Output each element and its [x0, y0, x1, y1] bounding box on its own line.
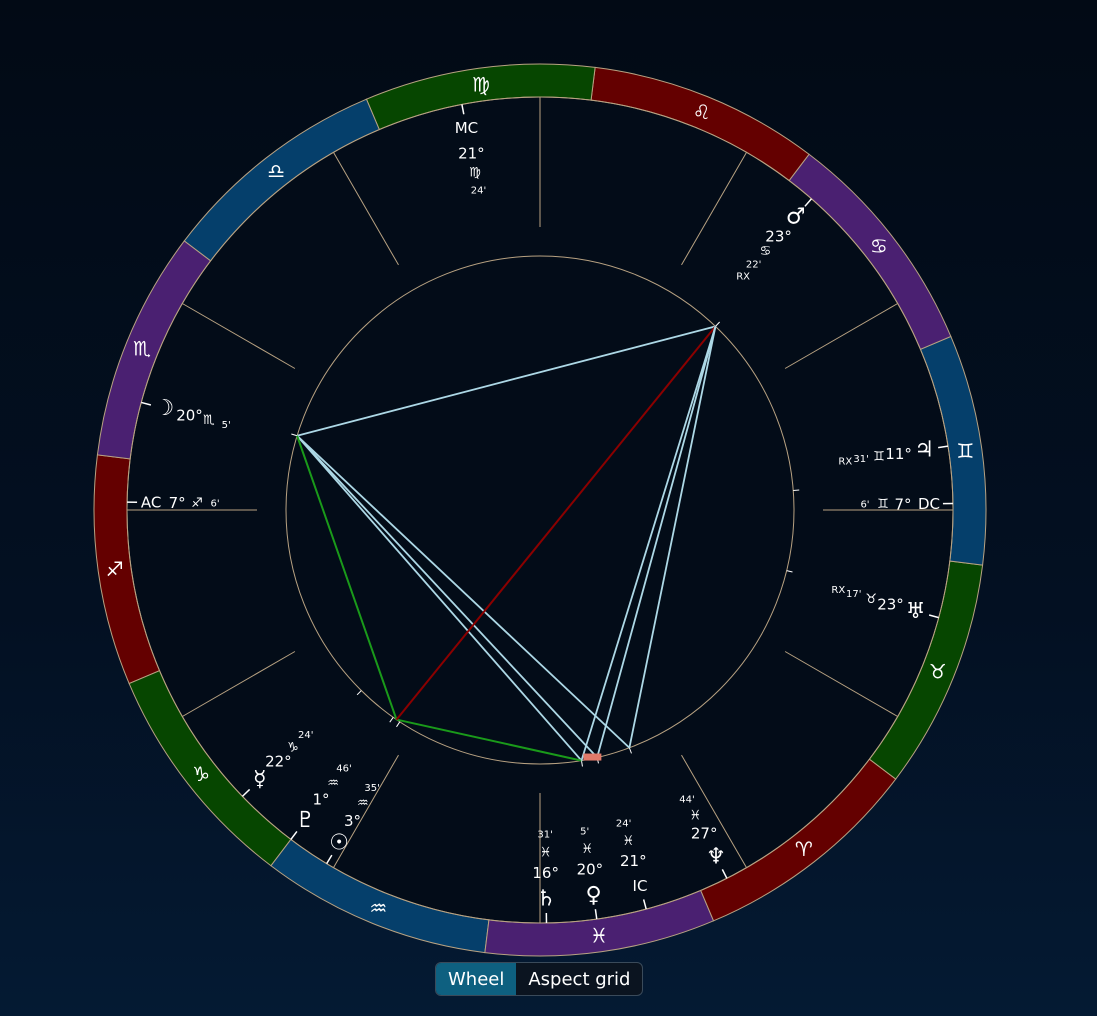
degree-label-uranus: 23° — [877, 596, 904, 614]
retrograde-label-jupiter: RX — [838, 457, 852, 468]
minute-label-venus: 5' — [580, 826, 589, 837]
sign-label-mars: ♋ — [760, 244, 772, 259]
chart-wheel: ♐ ♑ ♒ ♓ ♈ ♉ ♊ ♋ ♌ ♍ ♎ ♏ ☽ 20° ♏ 5' ♂ 23° ♋ 22' RX ♃ 11° ♊ 31' RX ♅… — [0, 0, 1097, 960]
minute-label-mercury: 24' — [298, 730, 313, 741]
sign-glyph-sagittarius: ♐ — [106, 557, 124, 581]
sign-label-moon: ♏ — [203, 413, 215, 428]
stellium-marker — [583, 753, 602, 761]
sign-glyph-capricorn: ♑ — [192, 762, 210, 786]
angle-label-mc: MC — [455, 119, 478, 137]
sign-label-mercury: ♑ — [287, 740, 299, 755]
retrograde-label-mars: RX — [736, 272, 750, 283]
aspect-grid-tab-button[interactable]: Aspect grid — [516, 963, 642, 995]
planet-glyph-mercury: ☿ — [253, 767, 267, 792]
sign-label-pluto: ♒ — [327, 776, 339, 791]
minute-label-mars: 22' — [746, 260, 761, 271]
chart-svg: ♐♑♒♓♈♉♊♋♌♍♎♏☽ 20° ♏ 5'♂23°♋22'RX♃11°♊31'RX♅… — [93, 63, 987, 957]
sign-glyph-aries: ♈ — [795, 837, 813, 861]
sign-glyph-aquarius: ♒ — [369, 896, 387, 920]
sign-glyph-libra: ♎ — [267, 159, 285, 183]
degree-label-mc: 21° — [458, 145, 485, 163]
angle-label-dc: DC — [918, 495, 940, 513]
degree-label-jupiter: 11° — [885, 445, 912, 463]
wheel-tab-button[interactable]: Wheel — [436, 963, 517, 995]
sign-glyph-scorpio: ♏ — [133, 336, 151, 360]
minute-label-neptune: 44' — [679, 794, 694, 805]
planet-glyph-venus: ♀ — [585, 883, 601, 908]
sign-glyph-pisces: ♓ — [590, 923, 608, 947]
angle-label-ic: IC — [633, 877, 648, 895]
sign-glyph-virgo: ♍ — [472, 73, 490, 97]
minute-label-ac: 6' — [211, 498, 220, 509]
sign-label-dc: ♊ — [877, 497, 889, 512]
degree-label-venus: 20° — [577, 861, 604, 879]
planet-glyph-sun: ☉ — [329, 831, 349, 856]
sign-glyph-leo: ♌ — [693, 100, 711, 124]
sign-label-ic: ♓ — [622, 834, 634, 849]
planet-glyph-moon: ☽ — [155, 396, 175, 421]
sign-label-neptune: ♓ — [689, 808, 701, 823]
planet-glyph-pluto: ♇ — [296, 808, 316, 833]
degree-label-ic: 21° — [620, 852, 647, 870]
sign-glyph-cancer: ♋ — [870, 234, 888, 258]
minute-label-saturn: 31' — [537, 830, 552, 841]
view-toggle: Wheel Aspect grid — [435, 962, 644, 996]
degree-label-dc: 7° — [894, 495, 911, 513]
degree-label-mars: 23° — [765, 228, 792, 246]
sign-label-uranus: ♉ — [865, 592, 877, 607]
degree-label-mercury: 22° — [265, 753, 292, 771]
angle-label-ac: AC — [141, 494, 161, 512]
degree-label-saturn: 16° — [532, 864, 559, 882]
minute-label-dc: 6' — [860, 499, 869, 510]
sign-label-saturn: ♓ — [540, 846, 552, 861]
sign-label-venus: ♓ — [581, 842, 593, 857]
degree-label-pluto: 1° — [312, 791, 329, 809]
degree-label-ac: 7° — [169, 494, 186, 512]
sign-label-mc: ♍ — [469, 166, 481, 181]
degree-label-neptune: 27° — [691, 825, 718, 843]
minute-label-jupiter: 31' — [853, 454, 868, 465]
minute-label-mc: 24' — [471, 185, 486, 196]
planet-glyph-saturn: ♄ — [536, 887, 556, 912]
degree-label-moon: 20° — [176, 406, 203, 424]
sign-glyph-taurus: ♉ — [929, 660, 947, 684]
minute-label-moon: 5' — [222, 420, 231, 431]
minute-label-sun: 35' — [364, 783, 379, 794]
sign-label-sun: ♒ — [357, 796, 369, 811]
planet-glyph-mars: ♂ — [786, 204, 806, 229]
sign-label-jupiter: ♊ — [873, 449, 885, 464]
planet-glyph-neptune: ♆ — [706, 844, 726, 869]
sign-label-ac: ♐ — [191, 496, 203, 511]
retrograde-label-uranus: RX — [831, 585, 845, 596]
planet-glyph-uranus: ♅ — [906, 599, 926, 624]
minute-label-uranus: 17' — [846, 589, 861, 600]
minute-label-pluto: 46' — [336, 764, 351, 775]
degree-label-sun: 3° — [344, 812, 361, 830]
minute-label-ic: 24' — [616, 819, 631, 830]
sign-glyph-gemini: ♊ — [956, 439, 974, 463]
planet-glyph-jupiter: ♃ — [914, 437, 934, 462]
